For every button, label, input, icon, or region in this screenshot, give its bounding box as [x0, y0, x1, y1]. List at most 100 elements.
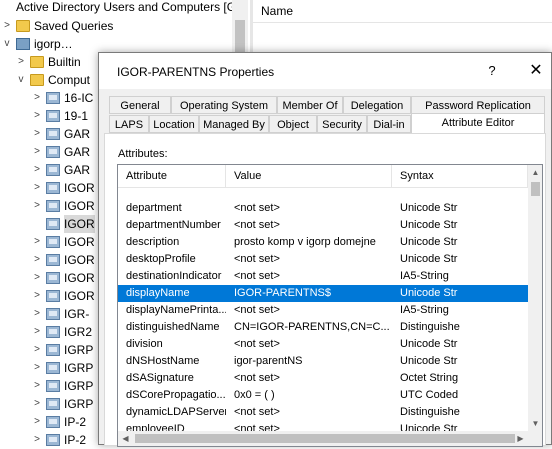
- dialog-titlebar[interactable]: IGOR-PARENTNS Properties ? ✕: [99, 53, 551, 89]
- expand-chevron-icon[interactable]: >: [32, 395, 42, 413]
- tree-item-label: 19-1: [64, 109, 89, 123]
- tab-managed-by[interactable]: Managed By: [199, 115, 269, 133]
- column-header-name[interactable]: Name: [261, 4, 293, 18]
- scroll-down-arrow-icon[interactable]: ▼: [528, 416, 542, 431]
- syntax-cell: Unicode Str: [400, 287, 458, 299]
- table-row[interactable]: distinguishedName CN=IGOR-PARENTNS,CN=C..…: [118, 319, 528, 336]
- expand-chevron-icon[interactable]: >: [32, 233, 42, 251]
- table-row[interactable]: dSCorePropagatio... 0x0 = ( ) UTC Coded: [118, 387, 528, 404]
- tab-location[interactable]: Location: [149, 115, 199, 133]
- vertical-scroll-thumb[interactable]: [531, 182, 540, 196]
- tree-item-label: IGOR: [64, 271, 95, 285]
- tab-member-of[interactable]: Member Of: [277, 96, 343, 114]
- collapse-chevron-icon[interactable]: v: [16, 71, 26, 89]
- folder-icon: [30, 74, 44, 86]
- attributes-list[interactable]: Attribute Value Syntax department <not se…: [117, 164, 543, 447]
- expand-chevron-icon[interactable]: >: [32, 359, 42, 377]
- table-row[interactable]: department <not set> Unicode Str: [118, 200, 528, 217]
- tab-attribute-editor[interactable]: Attribute Editor: [411, 113, 545, 133]
- expand-chevron-icon[interactable]: >: [32, 413, 42, 431]
- syntax-cell: IA5-String: [400, 270, 449, 282]
- syntax-cell: IA5-String: [400, 304, 449, 316]
- attribute-cell: dSCorePropagatio...: [126, 389, 226, 401]
- table-row[interactable]: displayName IGOR-PARENTNS$ Unicode Str: [118, 285, 528, 302]
- table-row[interactable]: displayNamePrinta... <not set> IA5-String: [118, 302, 528, 319]
- expand-chevron-icon[interactable]: >: [32, 197, 42, 215]
- expand-chevron-icon[interactable]: >: [32, 125, 42, 143]
- table-row[interactable]: desktopProfile <not set> Unicode Str: [118, 251, 528, 268]
- tree-item-label: IGRP: [64, 361, 94, 375]
- expand-chevron-icon[interactable]: >: [32, 323, 42, 341]
- expand-chevron-icon[interactable]: >: [32, 305, 42, 323]
- table-row[interactable]: dSASignature <not set> Octet String: [118, 370, 528, 387]
- tab-object[interactable]: Object: [269, 115, 317, 133]
- expand-chevron-icon[interactable]: >: [32, 269, 42, 287]
- horizontal-scroll-thumb[interactable]: [135, 434, 515, 443]
- tab-laps[interactable]: LAPS: [109, 115, 149, 133]
- console-root-label[interactable]: Active Directory Users and Computers [G: [16, 0, 236, 14]
- scroll-left-arrow-icon[interactable]: ◀: [118, 431, 133, 446]
- value-cell: IGOR-PARENTNS$: [234, 287, 331, 299]
- expand-chevron-icon[interactable]: >: [32, 179, 42, 197]
- expand-chevron-icon[interactable]: >: [32, 89, 42, 107]
- expand-chevron-icon[interactable]: >: [32, 143, 42, 161]
- tab-dial-in[interactable]: Dial-in: [367, 115, 411, 133]
- value-cell: <not set>: [234, 406, 280, 418]
- tree-item-label: IGOR: [64, 199, 95, 213]
- tree-item[interactable]: > Saved Queries: [0, 17, 232, 35]
- tree-item-label: GAR: [64, 127, 91, 141]
- computer-icon: [46, 308, 60, 320]
- computer-icon: [46, 416, 60, 428]
- attributes-vertical-scrollbar[interactable]: ▲ ▼: [528, 165, 542, 446]
- expand-chevron-icon[interactable]: >: [32, 431, 42, 449]
- tab-general[interactable]: General: [109, 96, 171, 114]
- computer-icon: [46, 182, 60, 194]
- collapse-chevron-icon[interactable]: v: [2, 35, 12, 53]
- expand-chevron-icon[interactable]: >: [32, 377, 42, 395]
- expand-chevron-icon[interactable]: >: [32, 107, 42, 125]
- tab-security[interactable]: Security: [317, 115, 367, 133]
- dialog-title: IGOR-PARENTNS Properties: [117, 65, 275, 79]
- table-row[interactable]: destinationIndicator <not set> IA5-String: [118, 268, 528, 285]
- scroll-right-arrow-icon[interactable]: ▶: [513, 431, 528, 446]
- tree-item-label: IGR-: [64, 307, 90, 321]
- attribute-cell: destinationIndicator: [126, 270, 222, 282]
- expand-chevron-icon[interactable]: >: [2, 17, 12, 35]
- expand-chevron-icon[interactable]: >: [32, 251, 42, 269]
- scroll-up-arrow-icon[interactable]: ▲: [528, 165, 542, 180]
- attributes-horizontal-scrollbar[interactable]: ◀ ▶: [118, 431, 528, 446]
- tree-item-label: IGRP: [64, 397, 94, 411]
- tree-item-label: IGOR: [64, 181, 95, 195]
- computer-icon: [46, 200, 60, 212]
- tree-item-label: IGOR: [64, 253, 95, 267]
- table-row[interactable]: description prosto komp v igorp domejne Un…: [118, 234, 528, 251]
- column-header-syntax[interactable]: Syntax: [392, 165, 528, 187]
- value-cell: <not set>: [234, 219, 280, 231]
- expand-chevron-icon[interactable]: >: [32, 287, 42, 305]
- tab-operating-system[interactable]: Operating System: [171, 96, 277, 114]
- table-row[interactable]: dNSHostName igor-parentNS Unicode Str: [118, 353, 528, 370]
- attribute-cell: departmentNumber: [126, 219, 221, 231]
- tab-delegation[interactable]: Delegation: [343, 96, 411, 114]
- tree-item[interactable]: v igorp…: [0, 35, 232, 53]
- attribute-cell: displayName: [126, 287, 190, 299]
- expand-chevron-icon[interactable]: >: [16, 53, 26, 71]
- column-header-attribute[interactable]: Attribute: [118, 165, 226, 187]
- table-row[interactable]: dynamicLDAPServer <not set> Distinguishe: [118, 404, 528, 421]
- tab-password-replication[interactable]: Password Replication: [411, 96, 545, 114]
- expand-chevron-icon[interactable]: >: [32, 341, 42, 359]
- table-row[interactable]: division <not set> Unicode Str: [118, 336, 528, 353]
- column-header-value[interactable]: Value: [226, 165, 392, 187]
- close-button[interactable]: ✕: [525, 60, 547, 80]
- tree-item-label: Comput: [48, 73, 91, 87]
- tree-item-label: IGOR: [64, 289, 95, 303]
- computer-icon: [46, 128, 60, 140]
- help-button[interactable]: ?: [483, 63, 501, 78]
- expand-chevron-icon[interactable]: >: [32, 161, 42, 179]
- tree-item-label: IGOR: [64, 215, 95, 233]
- table-row[interactable]: departmentNumber <not set> Unicode Str: [118, 217, 528, 234]
- tree-item-label: 16-IC: [64, 91, 94, 105]
- tree-item-label: GAR: [64, 163, 91, 177]
- attribute-cell: dynamicLDAPServer: [126, 406, 226, 418]
- attributes-list-header: Attribute Value Syntax: [118, 165, 528, 188]
